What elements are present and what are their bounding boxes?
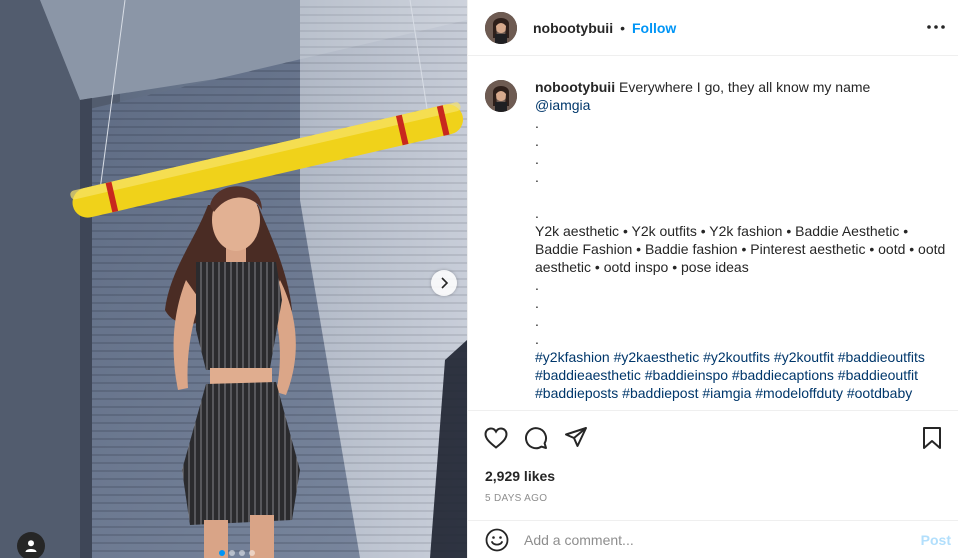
heart-icon [484, 427, 508, 449]
carousel-indicator [219, 550, 255, 556]
carousel-dot [229, 550, 235, 556]
emoji-icon [485, 528, 509, 551]
caption-keywords: Y2k aesthetic • Y2k outfits • Y2k fashio… [535, 223, 946, 275]
carousel-dot [219, 550, 225, 556]
comment-bar: Post [468, 520, 958, 558]
post-details-panel: nobootybuii • Follow nobootybuii Everywh… [467, 0, 958, 558]
comment-icon [525, 427, 548, 450]
post-actions: 2,929 likes 5 DAYS AGO [468, 410, 958, 520]
post-timestamp[interactable]: 5 DAYS AGO [485, 493, 547, 504]
carousel-dot [239, 550, 245, 556]
post-comment-button[interactable]: Post [921, 532, 951, 548]
caption-dot: . [535, 115, 539, 131]
likes-count[interactable]: 2,929 likes [485, 468, 555, 484]
caption-dot: . [535, 205, 539, 221]
header-separator: • [620, 19, 625, 36]
follow-button[interactable]: Follow [632, 20, 676, 36]
post-image [0, 0, 467, 558]
save-button[interactable] [919, 425, 945, 451]
caption-dot: . [535, 133, 539, 149]
caption-mention[interactable]: @iamgia [535, 96, 953, 114]
like-button[interactable] [483, 425, 509, 451]
post-photo[interactable] [0, 0, 467, 558]
caption-dot: . [535, 169, 539, 185]
send-icon [565, 427, 587, 447]
caption-username[interactable]: nobootybuii [535, 79, 615, 95]
bookmark-icon [923, 427, 941, 449]
caption-hashtags[interactable]: #y2kfashion #y2kaesthetic #y2koutfits #y… [535, 348, 953, 402]
avatar[interactable] [485, 11, 517, 44]
comment-button[interactable] [523, 425, 549, 451]
caption-text: nobootybuii Everywhere I go, they all kn… [535, 78, 953, 408]
caption-dot: . [535, 295, 539, 311]
emoji-button[interactable] [484, 527, 510, 553]
post-header: nobootybuii • Follow [468, 0, 958, 56]
caption-dot: . [535, 331, 539, 347]
user-icon [25, 540, 37, 552]
caption-dot: . [535, 277, 539, 293]
carousel-dot [249, 550, 255, 556]
caption-message: Everywhere I go, they all know my name [618, 79, 871, 95]
caption: nobootybuii Everywhere I go, they all kn… [485, 78, 955, 408]
comment-input[interactable] [524, 531, 904, 548]
chevron-right-icon [441, 277, 449, 289]
caption-dot: . [535, 313, 539, 329]
header-username[interactable]: nobootybuii [533, 20, 613, 36]
share-button[interactable] [563, 425, 589, 451]
caption-avatar[interactable] [485, 80, 517, 112]
tagged-users-button[interactable] [17, 532, 45, 558]
more-options-button[interactable] [925, 16, 947, 38]
more-horizontal-icon [927, 25, 945, 29]
caption-dot: . [535, 151, 539, 167]
carousel-next-button[interactable] [431, 270, 457, 296]
